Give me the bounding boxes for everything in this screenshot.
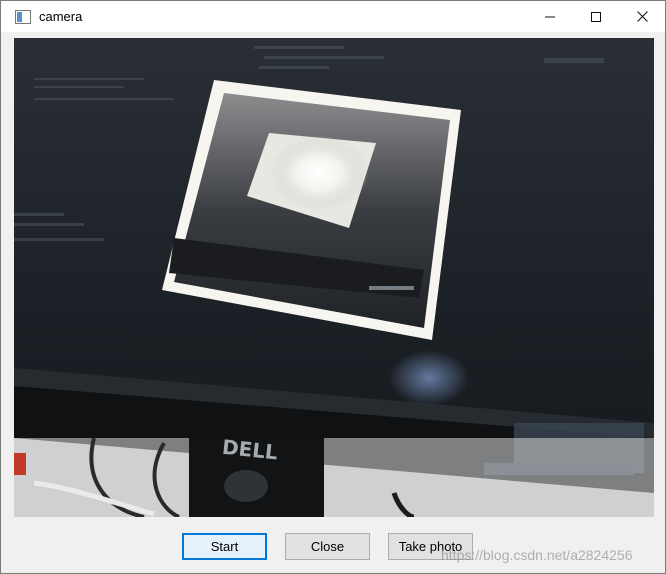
minimize-icon	[545, 16, 555, 17]
camera-frame-image: DELL	[14, 38, 654, 517]
maximize-button[interactable]	[573, 1, 619, 32]
camera-window: camera DELL Start Close Take photo https…	[0, 0, 666, 574]
close-button[interactable]: Close	[285, 533, 370, 560]
close-icon	[636, 11, 648, 22]
minimize-button[interactable]	[527, 1, 573, 32]
title-bar[interactable]: camera	[1, 1, 665, 32]
window-title: camera	[39, 9, 83, 24]
camera-preview: DELL	[14, 38, 654, 517]
start-button[interactable]: Start	[182, 533, 267, 560]
close-window-button[interactable]	[619, 1, 665, 32]
window-icon	[15, 9, 31, 24]
watermark: https://blog.csdn.net/a2824256	[441, 547, 633, 563]
maximize-icon	[591, 11, 601, 22]
window-controls	[527, 1, 665, 32]
